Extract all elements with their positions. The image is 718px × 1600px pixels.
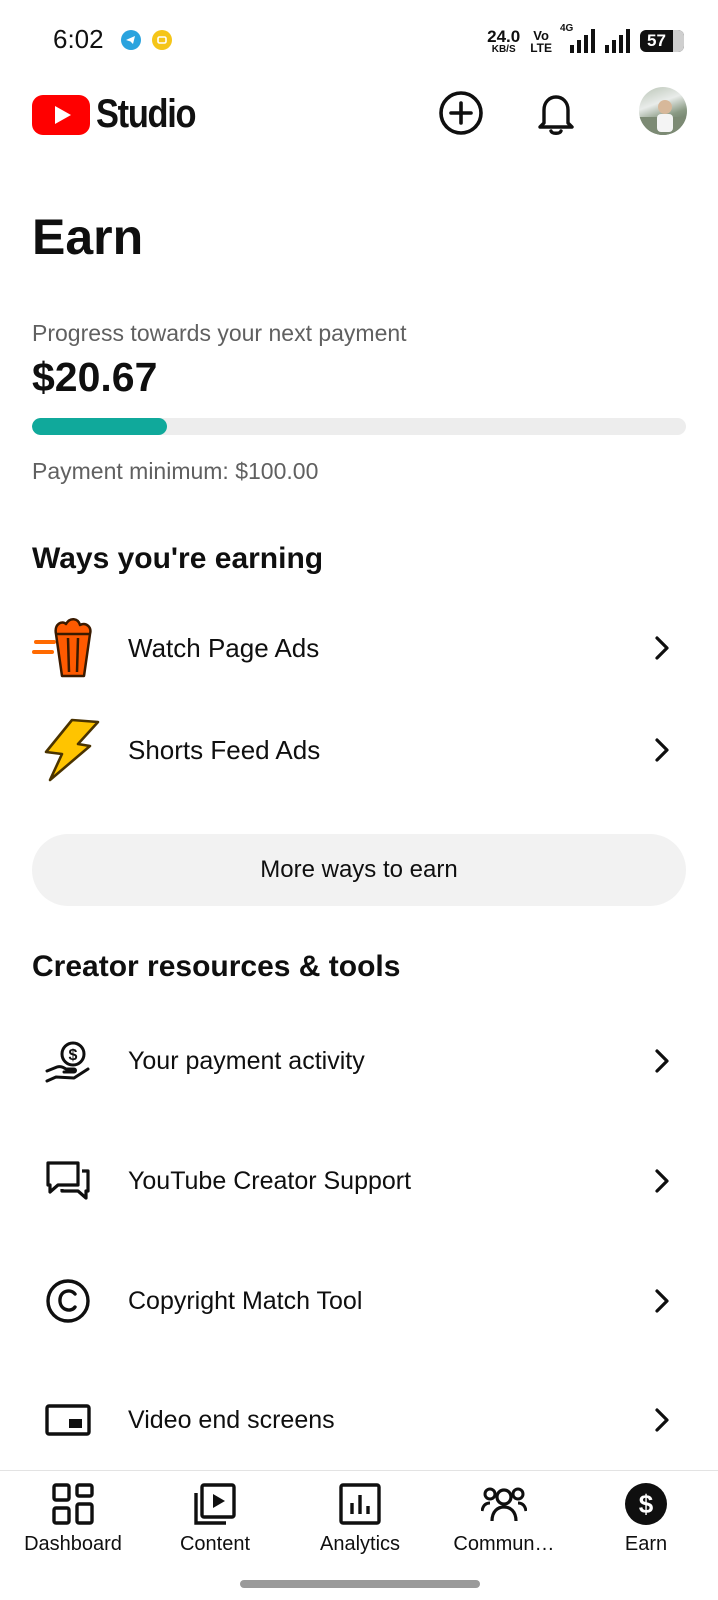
page-title: Earn bbox=[32, 209, 144, 265]
chevron-right-icon bbox=[655, 1408, 669, 1432]
payment-progress-fill bbox=[32, 418, 168, 435]
create-button[interactable] bbox=[433, 85, 489, 141]
popcorn-icon bbox=[32, 612, 104, 684]
earning-item-shorts-feed-ads[interactable]: Shorts Feed Ads bbox=[0, 705, 718, 795]
signal-icon bbox=[605, 29, 630, 53]
status-indicators: 24.0 KB/S Vo LTE 4G 57 bbox=[487, 23, 684, 58]
chevron-right-icon bbox=[655, 1289, 669, 1313]
earning-item-label: Watch Page Ads bbox=[128, 632, 320, 663]
analytics-icon bbox=[339, 1483, 381, 1525]
payment-hand-icon: $ bbox=[45, 1041, 90, 1083]
payment-progress-amount: $20.67 bbox=[32, 354, 158, 400]
svg-text:$: $ bbox=[69, 1047, 78, 1064]
svg-text:$: $ bbox=[639, 1489, 654, 1519]
chevron-right-icon bbox=[655, 1169, 669, 1193]
avatar[interactable] bbox=[639, 87, 687, 135]
earning-item-watch-page-ads[interactable]: Watch Page Ads bbox=[0, 603, 718, 693]
battery-icon: 57 bbox=[640, 30, 684, 52]
nav-label: Commun… bbox=[453, 1533, 555, 1555]
nav-earn[interactable]: $ Earn bbox=[576, 1481, 716, 1573]
earning-item-label: Shorts Feed Ads bbox=[128, 734, 321, 765]
community-icon bbox=[481, 1487, 527, 1522]
tool-item-label: Video end screens bbox=[128, 1405, 335, 1434]
nav-label: Content bbox=[179, 1533, 251, 1555]
more-ways-to-earn-button[interactable]: More ways to earn bbox=[32, 834, 686, 906]
nav-label: Earn bbox=[624, 1533, 668, 1555]
tool-item-label: Your payment activity bbox=[128, 1046, 365, 1075]
battery-level: 57 bbox=[647, 31, 666, 50]
nav-dashboard[interactable]: Dashboard bbox=[3, 1481, 143, 1573]
tool-item-copyright-match[interactable]: Copyright Match Tool bbox=[0, 1256, 718, 1346]
home-indicator[interactable] bbox=[240, 1580, 480, 1588]
payment-progress-label: Progress towards your next payment bbox=[32, 320, 407, 346]
nav-label: Analytics bbox=[319, 1533, 401, 1555]
chat-bubbles-icon bbox=[46, 1161, 90, 1200]
notification-app-icon bbox=[152, 30, 172, 50]
status-bar: 6:02 24.0 KB/S Vo LTE 4G 57 bbox=[0, 0, 718, 82]
youtube-studio-logo[interactable]: Studio bbox=[32, 92, 211, 137]
notifications-button[interactable] bbox=[528, 85, 584, 141]
signal-4g-icon: 4G bbox=[560, 23, 595, 53]
chevron-right-icon bbox=[655, 636, 669, 660]
ways-earning-title: Ways you're earning bbox=[32, 542, 324, 575]
telegram-icon bbox=[121, 30, 141, 50]
tool-item-label: Copyright Match Tool bbox=[128, 1286, 363, 1315]
tool-item-label: YouTube Creator Support bbox=[128, 1166, 412, 1195]
youtube-play-icon bbox=[32, 94, 90, 135]
end-screen-icon bbox=[45, 1404, 91, 1436]
payment-progress-bar bbox=[32, 418, 686, 435]
tool-item-creator-support[interactable]: YouTube Creator Support bbox=[0, 1136, 718, 1226]
copyright-icon bbox=[46, 1279, 90, 1323]
nav-analytics[interactable]: Analytics bbox=[290, 1481, 430, 1573]
status-time: 6:02 bbox=[53, 24, 104, 54]
nav-content[interactable]: Content bbox=[145, 1481, 285, 1573]
network-speed: 24.0 KB/S bbox=[487, 26, 521, 55]
dashboard-icon bbox=[52, 1483, 94, 1525]
app-bar: Studio bbox=[0, 82, 718, 172]
content-icon bbox=[194, 1483, 236, 1525]
avatar-image bbox=[639, 100, 687, 135]
dollar-icon: $ bbox=[625, 1483, 667, 1525]
chevron-right-icon bbox=[655, 1049, 669, 1073]
bell-icon bbox=[538, 95, 574, 135]
chevron-right-icon bbox=[655, 738, 669, 762]
brand-name: Studio bbox=[96, 92, 197, 136]
tool-item-payment-activity[interactable]: $ Your payment activity bbox=[0, 1016, 718, 1106]
tool-item-video-end-screens[interactable]: Video end screens bbox=[0, 1375, 718, 1465]
nav-community[interactable]: Commun… bbox=[434, 1481, 574, 1573]
nav-label: Dashboard bbox=[24, 1533, 122, 1555]
payment-minimum: Payment minimum: $100.00 bbox=[32, 458, 319, 484]
add-circle-icon bbox=[439, 91, 483, 135]
volte-indicator: Vo LTE bbox=[530, 27, 552, 55]
creator-tools-title: Creator resources & tools bbox=[32, 950, 401, 983]
lightning-icon bbox=[32, 714, 104, 786]
